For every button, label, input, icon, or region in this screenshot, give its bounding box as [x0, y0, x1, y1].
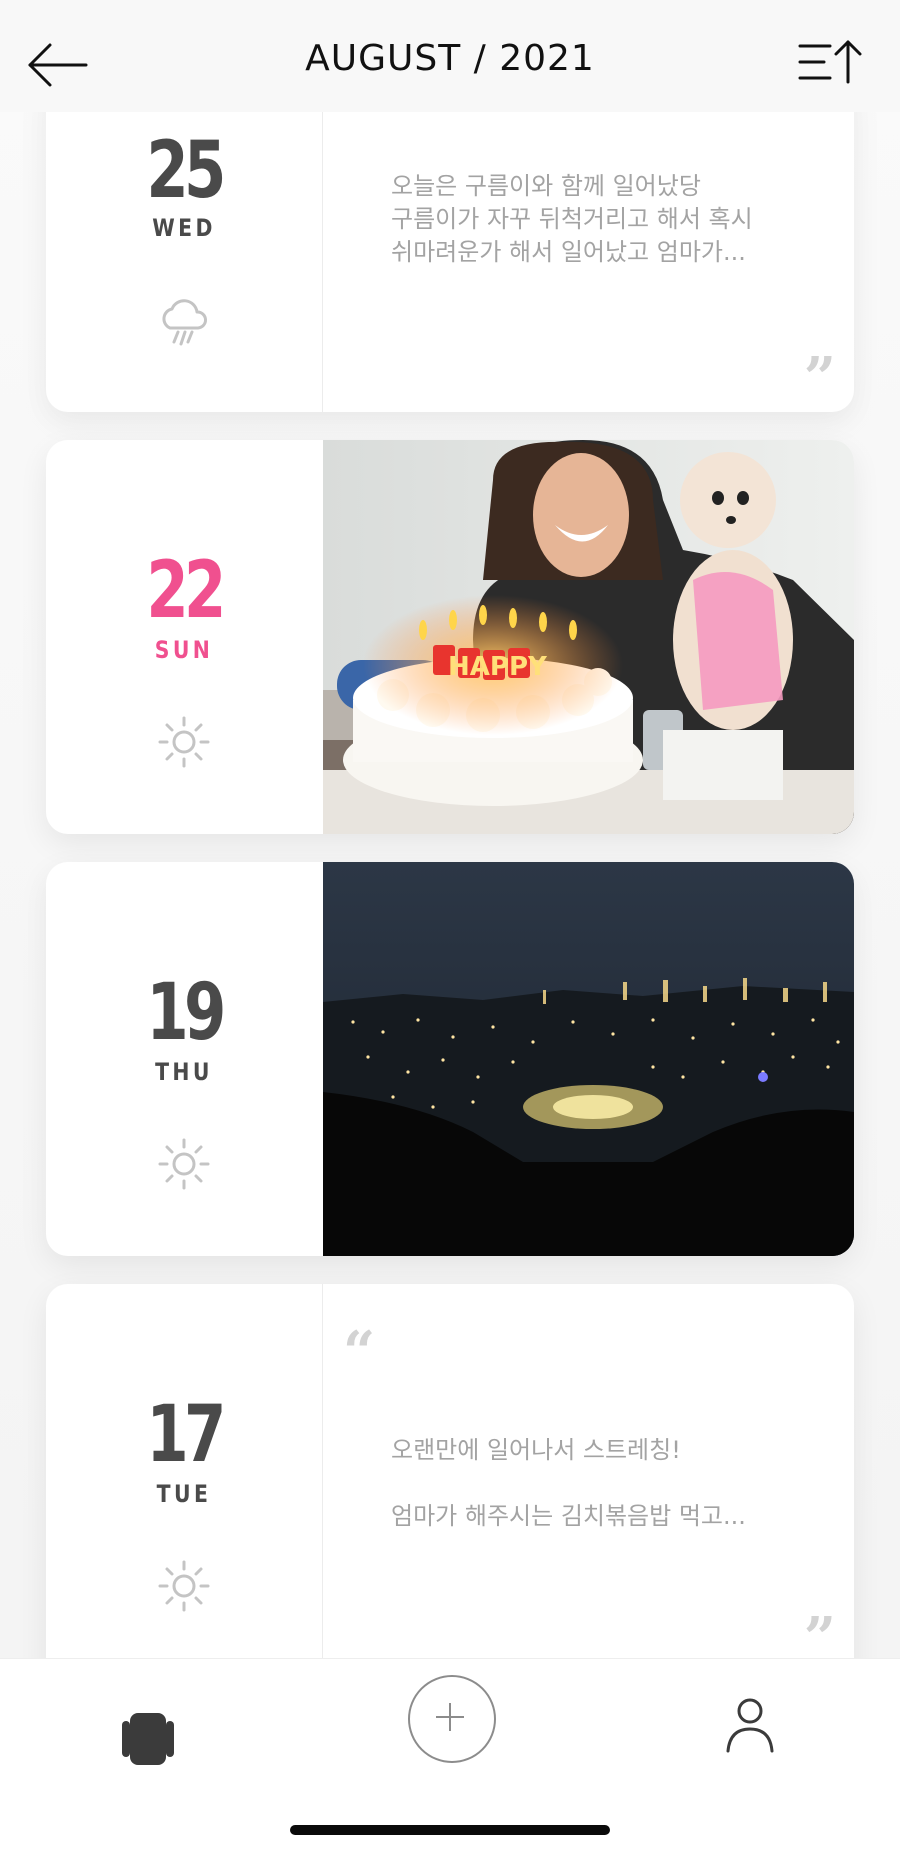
top-app-bar: AUGUST / 2021 [0, 0, 900, 112]
entry-text-line: 쉬마려운가 해서 일어났고 엄마가... [391, 238, 746, 266]
close-quote-icon: ” [803, 345, 836, 411]
cards-icon[interactable] [118, 1711, 178, 1767]
entry-text-line: 구름이가 자꾸 뒤척거리고 해서 혹시 [391, 205, 753, 233]
entry-day-number: 25 [146, 126, 226, 216]
entry-photo-frame: HAPPY [323, 440, 854, 834]
sort-ascending-icon[interactable] [796, 38, 866, 88]
sun-icon [158, 1138, 210, 1190]
entry-weekday: SUN [154, 636, 214, 664]
entry-date-column: 22 SUN [46, 440, 322, 834]
entry-card-22[interactable]: 22 SUN HAPPY [46, 440, 854, 834]
entry-weekday: WED [152, 214, 216, 242]
entry-text: 오랜만에 일어나서 스트레칭! 엄마가 해주시는 김치볶음밥 먹고... [391, 1434, 811, 1533]
entry-day-number: 19 [146, 968, 226, 1058]
entry-text-line: 오늘은 구름이와 함께 일어났당 [391, 172, 701, 200]
entry-day-number: 22 [146, 546, 226, 636]
entry-text-preview: “ 오랜만에 일어나서 스트레칭! 엄마가 해주시는 김치볶음밥 먹고... ” [323, 1284, 854, 1660]
entry-text-line: 오랜만에 일어나서 스트레칭! [391, 1436, 681, 1464]
plus-icon [436, 1703, 464, 1731]
close-quote-icon: ” [803, 1605, 836, 1660]
entry-card-19[interactable]: 19 THU [46, 862, 854, 1256]
diary-app: 25 WED 오늘은 구름이와 함께 일어났당 구름이가 자꾸 뒤척거리고 해서… [0, 0, 900, 1850]
sun-icon [158, 1560, 210, 1612]
bottom-nav [0, 1658, 900, 1850]
birthday-cake-with-puppy-photo: HAPPY [323, 440, 854, 834]
entry-photo-frame [323, 862, 854, 1256]
night-city-view-photo [323, 862, 854, 1256]
home-indicator [290, 1825, 610, 1835]
entry-text-preview: 오늘은 구름이와 함께 일어났당 구름이가 자꾸 뒤척거리고 해서 혹시 쉬마려… [323, 74, 854, 412]
add-entry-button[interactable] [408, 1675, 496, 1763]
entry-text-line: 엄마가 해주시는 김치볶음밥 먹고... [391, 1502, 746, 1530]
cake-letters: HAPPY [448, 652, 548, 682]
page-title: AUGUST / 2021 [305, 38, 595, 79]
entry-feed[interactable]: 25 WED 오늘은 구름이와 함께 일어났당 구름이가 자꾸 뒤척거리고 해서… [0, 0, 900, 1660]
entry-date-column: 17 TUE [46, 1284, 323, 1660]
sun-icon [158, 716, 210, 768]
open-quote-icon: “ [343, 1319, 376, 1385]
entry-day-number: 17 [146, 1390, 226, 1480]
entry-weekday: TUE [156, 1480, 212, 1508]
user-icon[interactable] [724, 1695, 776, 1755]
entry-card-17[interactable]: 17 TUE “ 오랜만에 일어나서 스트레칭! 엄마가 해주시는 김치볶음밥 … [46, 1284, 854, 1660]
entry-text: 오늘은 구름이와 함께 일어났당 구름이가 자꾸 뒤척거리고 해서 혹시 쉬마려… [391, 170, 811, 269]
entry-date-column: 25 WED [46, 74, 323, 412]
entry-date-column: 19 THU [46, 862, 322, 1256]
entry-card-25[interactable]: 25 WED 오늘은 구름이와 함께 일어났당 구름이가 자꾸 뒤척거리고 해서… [46, 74, 854, 412]
entry-weekday: THU [155, 1058, 213, 1086]
rain-cloud-icon [162, 299, 207, 346]
